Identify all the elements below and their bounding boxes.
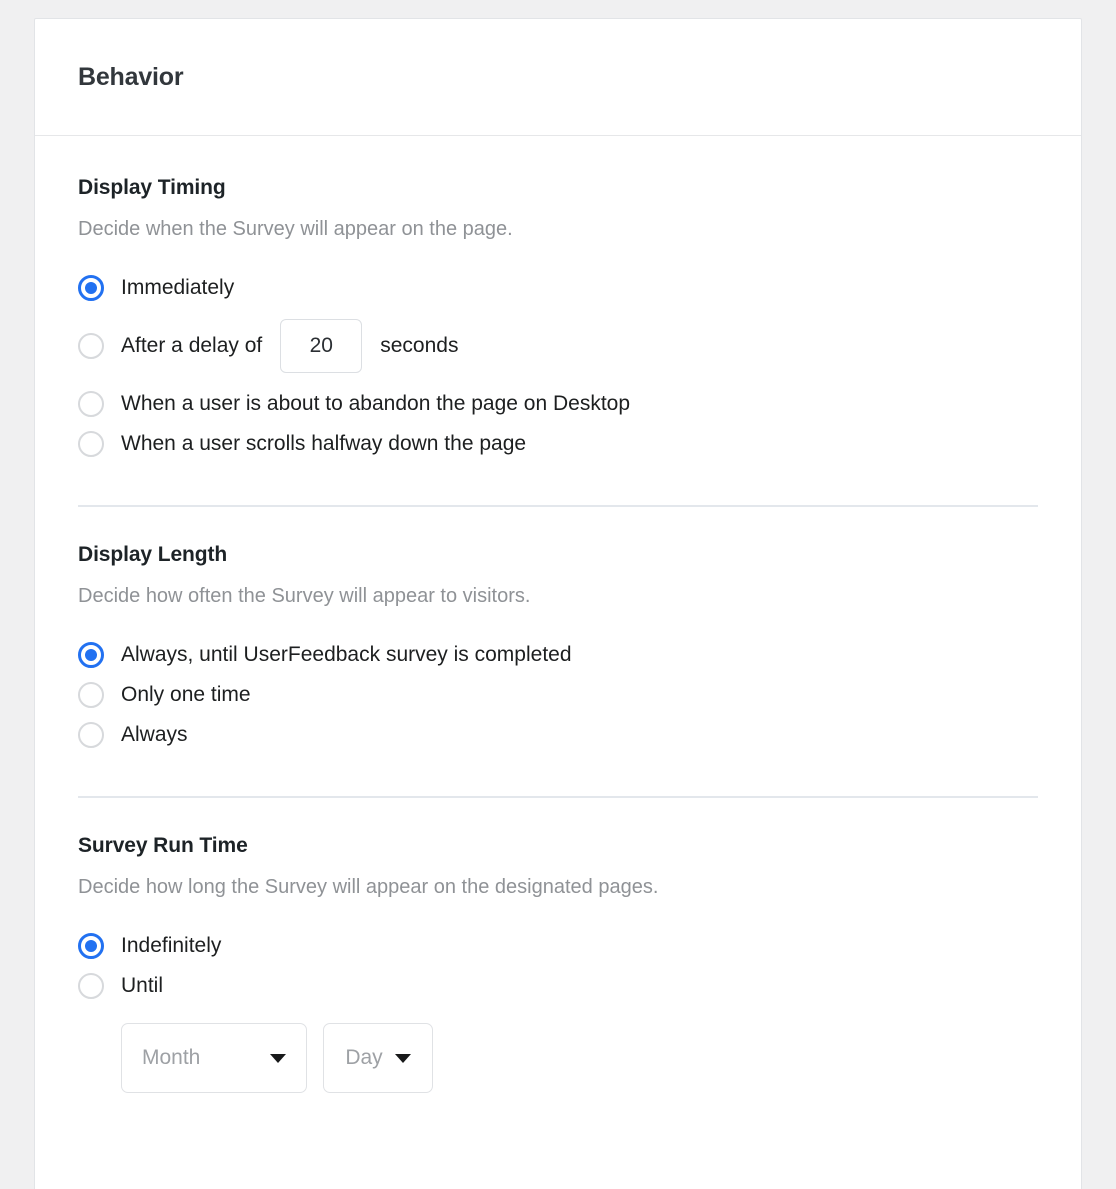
radio-label-until: Until [121, 973, 163, 999]
chevron-down-icon [395, 1054, 411, 1063]
section-survey-run-time: Survey Run Time Decide how long the Surv… [78, 834, 1038, 1099]
radio-label-exit-intent: When a user is about to abandon the page… [121, 391, 630, 417]
radio-label-always: Always [121, 722, 188, 748]
radio-label-scroll-halfway: When a user scrolls halfway down the pag… [121, 431, 526, 457]
radio-label-after-delay: After a delay of [121, 333, 262, 359]
radio-label-only-one-time: Only one time [121, 682, 251, 708]
radio-option-only-one-time[interactable]: Only one time [78, 678, 1038, 712]
section-display-length: Display Length Decide how often the Surv… [78, 543, 1038, 764]
radio-option-scroll-halfway[interactable]: When a user scrolls halfway down the pag… [78, 427, 1038, 461]
card-header: Behavior [35, 19, 1081, 136]
behavior-settings-card: Behavior Display Timing Decide when the … [34, 18, 1082, 1189]
radio-icon-only-one-time[interactable] [78, 682, 104, 708]
radio-icon-always-until-completed[interactable] [78, 642, 104, 668]
chevron-down-icon [270, 1054, 286, 1063]
radio-icon-always[interactable] [78, 722, 104, 748]
radio-option-after-delay[interactable]: After a delay of seconds [78, 319, 1038, 373]
radio-icon-immediately[interactable] [78, 275, 104, 301]
delay-seconds-unit-label: seconds [380, 333, 458, 359]
radio-icon-until[interactable] [78, 973, 104, 999]
section-description-survey-run-time: Decide how long the Survey will appear o… [78, 876, 1038, 899]
delay-seconds-input[interactable] [280, 319, 362, 373]
radio-option-exit-intent[interactable]: When a user is about to abandon the page… [78, 387, 1038, 421]
radio-icon-indefinitely[interactable] [78, 933, 104, 959]
radio-icon-scroll-halfway[interactable] [78, 431, 104, 457]
section-description-display-length: Decide how often the Survey will appear … [78, 585, 1038, 608]
radio-option-until[interactable]: Until [78, 969, 1038, 1003]
day-select-placeholder: Day [345, 1046, 382, 1070]
section-description-display-timing: Decide when the Survey will appear on th… [78, 218, 1038, 241]
card-body: Display Timing Decide when the Survey wi… [35, 136, 1081, 1159]
radio-label-indefinitely: Indefinitely [121, 933, 221, 959]
radio-icon-exit-intent[interactable] [78, 391, 104, 417]
radio-option-always-until-completed[interactable]: Always, until UserFeedback survey is com… [78, 638, 1038, 672]
radio-option-indefinitely[interactable]: Indefinitely [78, 929, 1038, 963]
radio-label-always-until-completed: Always, until UserFeedback survey is com… [121, 642, 572, 668]
radio-icon-after-delay[interactable] [78, 333, 104, 359]
radio-label-immediately: Immediately [121, 275, 234, 301]
radio-option-always[interactable]: Always [78, 718, 1038, 752]
day-select[interactable]: Day [323, 1023, 433, 1093]
section-title-display-length: Display Length [78, 543, 1038, 567]
section-title-display-timing: Display Timing [78, 176, 1038, 200]
section-divider-2 [78, 796, 1038, 798]
month-select[interactable]: Month [121, 1023, 307, 1093]
section-title-survey-run-time: Survey Run Time [78, 834, 1038, 858]
until-date-selects: Month Day [121, 1023, 1038, 1093]
month-select-placeholder: Month [142, 1046, 200, 1070]
section-divider-1 [78, 505, 1038, 507]
section-display-timing: Display Timing Decide when the Survey wi… [78, 176, 1038, 473]
page-title: Behavior [78, 63, 183, 92]
radio-option-immediately[interactable]: Immediately [78, 271, 1038, 305]
page-background: Behavior Display Timing Decide when the … [0, 0, 1116, 1189]
